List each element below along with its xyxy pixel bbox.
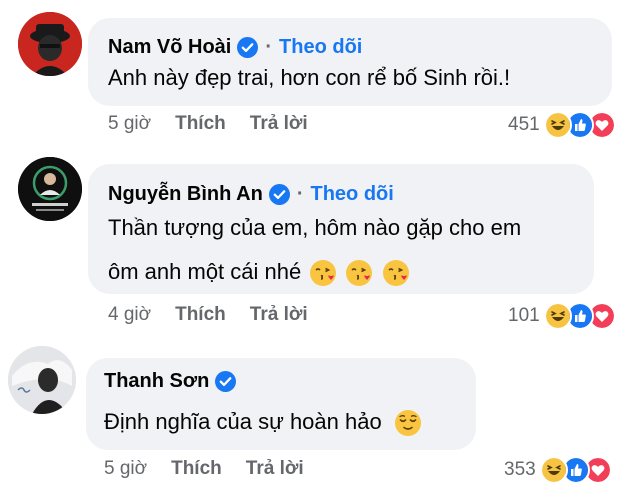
avatar-image [18,157,82,221]
comment-actions: 5 giờ Thích Trả lời [108,113,332,135]
kissing-face-icon [310,260,337,287]
comment-thread: Nam Võ Hoài · Theo dõi Anh này đẹp trai,… [0,0,642,502]
reaction-summary[interactable]: 101 [508,302,616,330]
comment-line-with-emoji: ôm anh một cái nhé [108,250,521,294]
comment-header: Nguyễn Bình An · Theo dõi [108,183,394,206]
reply-button[interactable]: Trả lời [250,113,308,135]
comment-text: Anh này đẹp trai, hơn con rể bố Sinh rồi… [108,56,510,100]
haha-icon [543,111,572,139]
comment-line: ôm anh một cái nhé [108,259,302,284]
verified-badge-icon [268,184,290,205]
comment-line: Anh này đẹp trai, hơn con rể bố Sinh rồi… [108,65,511,90]
reaction-count: 451 [508,114,540,135]
reaction-count: 353 [504,459,536,480]
like-button[interactable]: Thích [175,304,226,326]
verified-badge-icon [215,371,237,392]
comment-actions: 5 giờ Thích Trả lời [104,458,328,480]
like-button[interactable]: Thích [175,113,226,135]
comment-line: Định nghĩa của sự hoàn hảo [104,409,382,434]
like-button[interactable]: Thích [171,458,222,480]
avatar[interactable] [8,346,76,414]
kissing-face-icon [382,260,409,287]
reply-button[interactable]: Trả lời [250,304,308,326]
timestamp[interactable]: 5 giờ [104,458,147,480]
author-name[interactable]: Nguyễn Bình An [108,183,263,206]
follow-link[interactable]: Theo dõi [310,183,393,206]
reply-button[interactable]: Trả lời [246,458,304,480]
reaction-summary[interactable]: 451 [508,111,616,139]
reaction-summary[interactable]: 353 [504,456,612,484]
comment-header: Thanh Sơn [104,370,237,393]
avatar-image [18,12,82,76]
haha-icon [543,302,572,330]
comment-text: Thần tượng của em, hôm nào gặp cho em ôm… [108,206,521,294]
comment-text: Định nghĩa của sự hoàn hảo [104,400,422,444]
avatar[interactable] [18,12,82,76]
reaction-count: 101 [508,305,540,326]
relieved-face-icon [394,410,421,437]
verified-badge-icon [237,37,259,58]
author-name[interactable]: Thanh Sơn [104,370,209,393]
timestamp[interactable]: 4 giờ [108,304,151,326]
separator-dot: · [296,183,304,205]
comment-line: Thần tượng của em, hôm nào gặp cho em [108,215,522,240]
avatar[interactable] [18,157,82,221]
comment-actions: 4 giờ Thích Trả lời [108,304,332,326]
haha-icon [539,456,568,484]
kissing-face-icon [346,260,373,287]
avatar-image [8,346,76,414]
timestamp[interactable]: 5 giờ [108,113,151,135]
